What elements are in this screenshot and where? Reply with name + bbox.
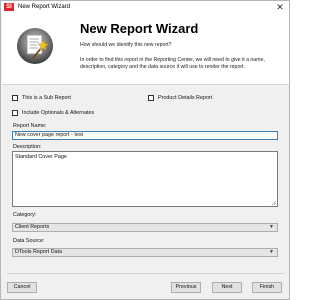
product-details-option[interactable]: Product Details Report — [148, 95, 212, 101]
header-description: In order to find this report in the Repo… — [80, 57, 265, 70]
sub-report-checkbox[interactable] — [12, 95, 18, 101]
category-select[interactable]: Client Reports ▼ — [12, 223, 278, 232]
sub-report-option[interactable]: This is a Sub Report — [12, 95, 71, 101]
data-source-value: DTools Report Data — [15, 249, 63, 255]
description-textarea[interactable]: Standard Cover Page — [12, 151, 278, 207]
include-optionals-label: Include Optionals & Alternates — [22, 110, 95, 116]
cancel-button[interactable]: Cancel — [7, 282, 37, 293]
category-label: Category: — [13, 212, 37, 218]
category-value: Client Reports — [15, 224, 50, 230]
description-label: Description: — [13, 144, 42, 150]
resize-grip-icon[interactable] — [271, 200, 277, 206]
chevron-down-icon[interactable]: ▼ — [269, 224, 274, 231]
next-button[interactable]: Next — [212, 282, 242, 293]
header-subtitle: How should we identify this new report? — [80, 42, 172, 48]
header-title: New Report Wizard — [80, 21, 199, 36]
footer-divider — [7, 273, 284, 274]
sub-report-label: This is a Sub Report — [22, 95, 71, 101]
app-icon: SI — [4, 3, 14, 11]
wizard-header: New Report Wizard How should we identify… — [2, 13, 289, 85]
report-name-label: Report Name: — [13, 123, 47, 129]
finish-button[interactable]: Finish — [252, 282, 282, 293]
title-bar: SI New Report Wizard ✕ — [1, 1, 289, 13]
data-source-select[interactable]: DTools Report Data ▼ — [12, 248, 278, 257]
product-details-checkbox[interactable] — [148, 95, 154, 101]
chevron-down-icon[interactable]: ▼ — [269, 249, 274, 256]
data-source-label: Data Source: — [13, 238, 45, 244]
close-icon[interactable]: ✕ — [273, 1, 287, 13]
include-optionals-option[interactable]: Include Optionals & Alternates — [12, 110, 94, 116]
window-title: New Report Wizard — [18, 4, 71, 10]
wizard-window: SI New Report Wizard ✕ New Report Wizard… — [0, 0, 290, 300]
report-name-input[interactable]: New cover page report - test — [12, 131, 278, 140]
previous-button[interactable]: Previous — [171, 282, 201, 293]
include-optionals-checkbox[interactable] — [12, 110, 18, 116]
wizard-report-icon — [17, 28, 53, 64]
description-text: Standard Cover Page — [15, 154, 67, 160]
product-details-label: Product Details Report — [158, 95, 213, 101]
